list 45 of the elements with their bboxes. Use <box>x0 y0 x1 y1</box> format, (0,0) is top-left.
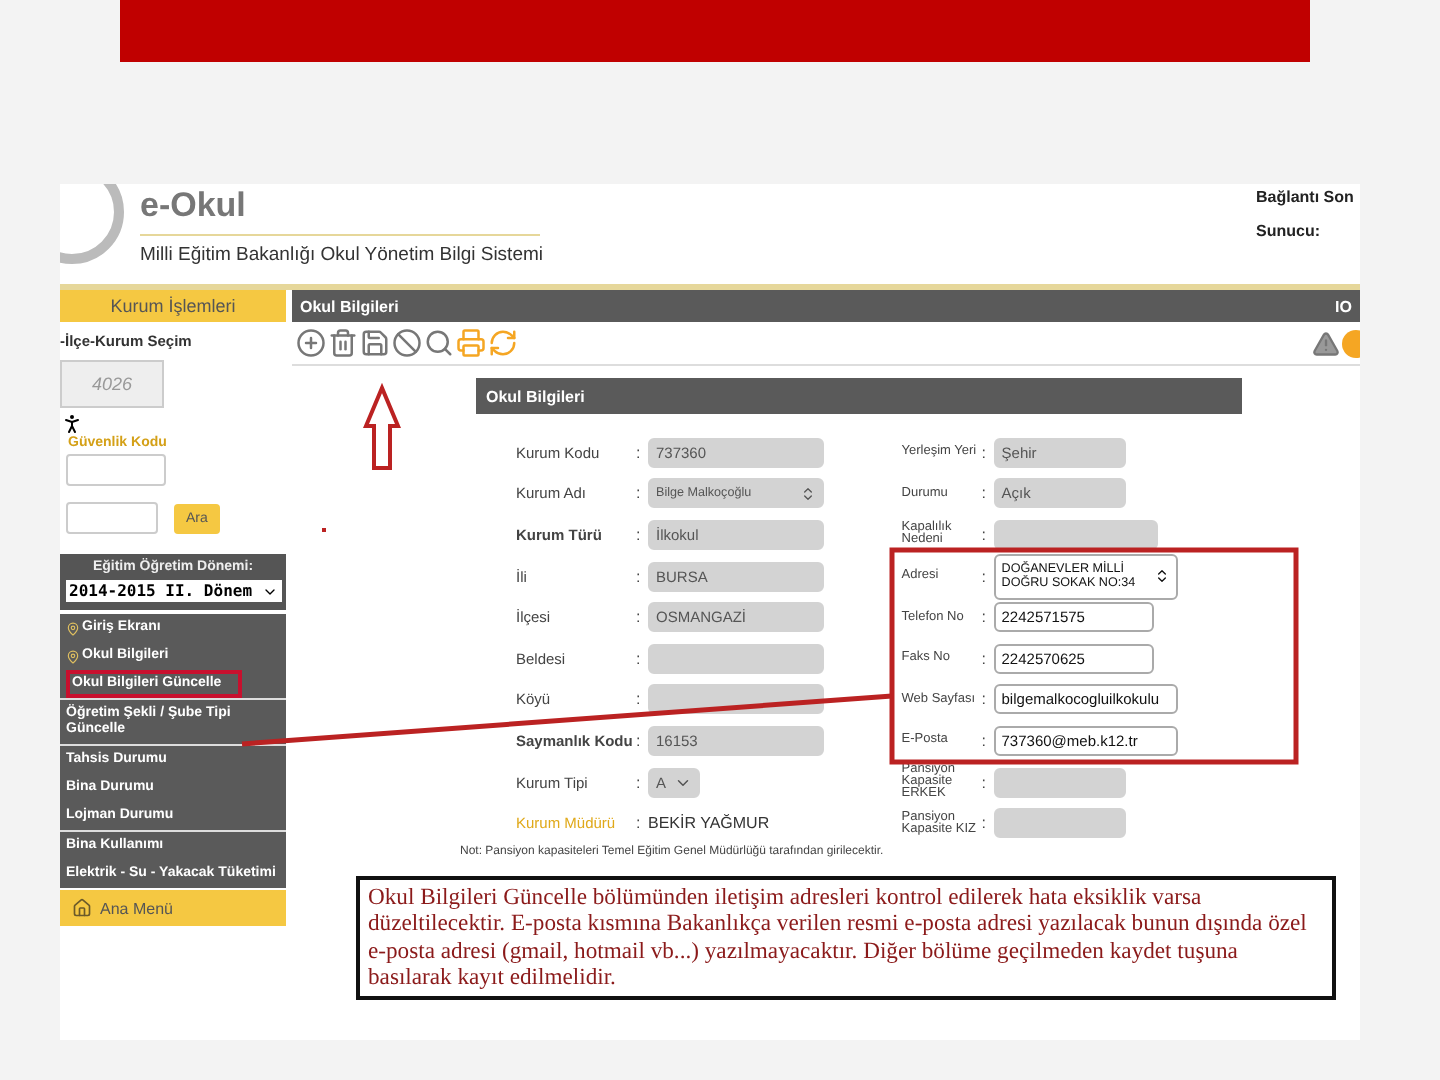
security-code-field[interactable] <box>66 454 166 486</box>
callout-text: Okul Bilgileri Güncelle bölümünden iletişim adresleri kontrol edilerek hata eksiklik varsa düzeltilecektir. E-posta kısmına Bakanlıkça verilen resmi e-posta adresi yazılacak bunun dışında özel e-posta adresi (gmail, hotmail vb...) yazılmayacaktır. Diğer bölüme geçilmeden kaydet tuşuna basılarak kayıt edilmelidir. <box>356 876 1336 1000</box>
colon: : <box>636 443 643 462</box>
colon: : <box>981 814 988 833</box>
colon: : <box>981 484 988 503</box>
dot-mark <box>322 528 326 532</box>
connection-label: Bağlantı Son <box>1256 188 1356 206</box>
colon: : <box>636 567 643 586</box>
form-title-bar: Okul Bilgileri <box>476 378 1242 414</box>
server-label: Sunucu: <box>1256 222 1322 240</box>
scroll-arrows-icon[interactable] <box>1153 568 1170 585</box>
subtitle: Milli Eğitim Bakanlığı Okul Yönetim Bilgi Sistemi <box>140 234 540 266</box>
colon: : <box>981 731 988 750</box>
search-field[interactable] <box>66 502 158 534</box>
house-icon <box>72 898 92 918</box>
colon: : <box>636 773 643 792</box>
field-value: BEKİR YAĞMUR <box>648 814 770 833</box>
colon: : <box>981 443 988 462</box>
colon: : <box>636 731 643 750</box>
warning-icon[interactable] <box>1312 329 1340 357</box>
page-title-bar: Okul Bilgileri IO <box>292 290 1360 322</box>
colon: : <box>636 525 643 544</box>
term-select[interactable]: 2014-2015 II. Dönem <box>65 580 281 602</box>
save-icon[interactable] <box>360 328 390 358</box>
brand-name: e-Okul <box>140 186 246 224</box>
sidebar-tab[interactable]: Kurum İşlemleri <box>60 290 286 322</box>
colon: : <box>981 690 988 709</box>
colon: : <box>636 608 643 627</box>
colon: : <box>981 525 988 544</box>
captcha-image: 4026 <box>60 360 164 408</box>
colon: : <box>981 773 988 792</box>
colon: : <box>981 649 988 668</box>
colon: : <box>981 567 988 586</box>
main-menu-button[interactable]: Ana Menü <box>60 890 286 926</box>
colon: : <box>636 690 643 709</box>
arrow-up-annotation <box>363 382 401 470</box>
colon: : <box>636 814 643 833</box>
add-icon[interactable] <box>296 328 326 358</box>
colon: : <box>636 484 643 503</box>
person-icon[interactable] <box>60 412 84 436</box>
ban-icon[interactable] <box>392 328 422 358</box>
trash-icon[interactable] <box>328 328 358 358</box>
search-icon[interactable] <box>424 328 454 358</box>
colon: : <box>981 608 988 627</box>
colon: : <box>636 649 643 668</box>
